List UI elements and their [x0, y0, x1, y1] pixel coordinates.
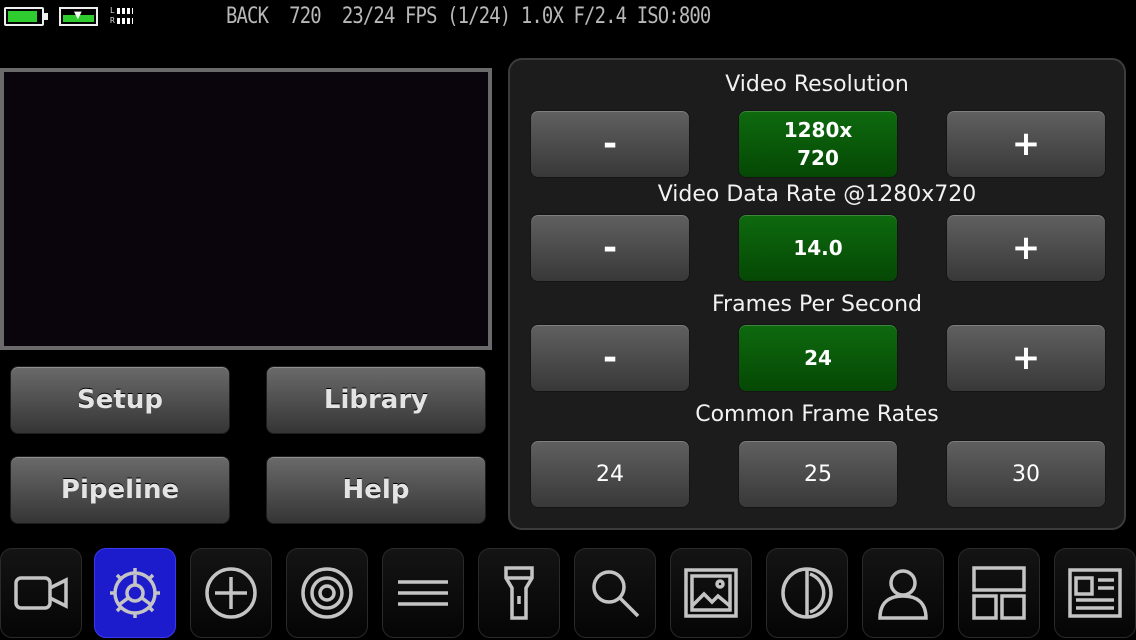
flashlight-icon[interactable] — [478, 548, 560, 638]
menu-lines-icon[interactable] — [382, 548, 464, 638]
audio-meter-icon: L R — [110, 6, 133, 26]
rate-30-button[interactable]: 30 — [946, 440, 1106, 508]
fps-title: Frames Per Second — [711, 292, 923, 317]
search-icon[interactable] — [574, 548, 656, 638]
bottom-toolbar — [0, 546, 1136, 640]
camera-status-readout: BACK 720 23/24 FPS (1/24) 1.0X F/2.4 ISO… — [226, 4, 711, 29]
storage-icon: ▼ — [59, 7, 98, 26]
fps-decrease-button[interactable]: - — [530, 324, 690, 392]
library-button[interactable]: Library — [266, 366, 486, 434]
battery-icon — [4, 7, 48, 26]
fps-increase-button[interactable]: + — [946, 324, 1106, 392]
settings-panel: Video Resolution - 1280x 720 + Video Data… — [508, 58, 1126, 530]
crosshair-icon[interactable] — [190, 548, 272, 638]
rate-24-button[interactable]: 24 — [530, 440, 690, 508]
common-rates-title: Common Frame Rates — [695, 402, 939, 427]
image-icon[interactable] — [670, 548, 752, 638]
data-rate-increase-button[interactable]: + — [946, 214, 1106, 282]
resolution-value[interactable]: 1280x 720 — [738, 110, 898, 178]
rate-25-button[interactable]: 25 — [738, 440, 898, 508]
help-button[interactable]: Help — [266, 456, 486, 524]
resolution-increase-button[interactable]: + — [946, 110, 1106, 178]
gear-icon[interactable] — [94, 548, 176, 638]
data-rate-value[interactable]: 14.0 — [738, 214, 898, 282]
news-icon[interactable] — [1054, 548, 1136, 638]
video-preview[interactable] — [0, 68, 492, 350]
pipeline-button[interactable]: Pipeline — [10, 456, 230, 524]
video-camera-icon[interactable] — [0, 548, 82, 638]
layout-icon[interactable] — [958, 548, 1040, 638]
person-icon[interactable] — [862, 548, 944, 638]
resolution-decrease-button[interactable]: - — [530, 110, 690, 178]
status-bar: ▼ L R BACK 720 23/24 FPS (1/24) 1.0X F/2… — [0, 0, 1136, 36]
setup-button[interactable]: Setup — [10, 366, 230, 434]
target-icon[interactable] — [286, 548, 368, 638]
contrast-icon[interactable] — [766, 548, 848, 638]
data-rate-title: Video Data Rate @1280x720 — [657, 182, 977, 207]
fps-value[interactable]: 24 — [738, 324, 898, 392]
video-resolution-title: Video Resolution — [725, 72, 909, 97]
data-rate-decrease-button[interactable]: - — [530, 214, 690, 282]
